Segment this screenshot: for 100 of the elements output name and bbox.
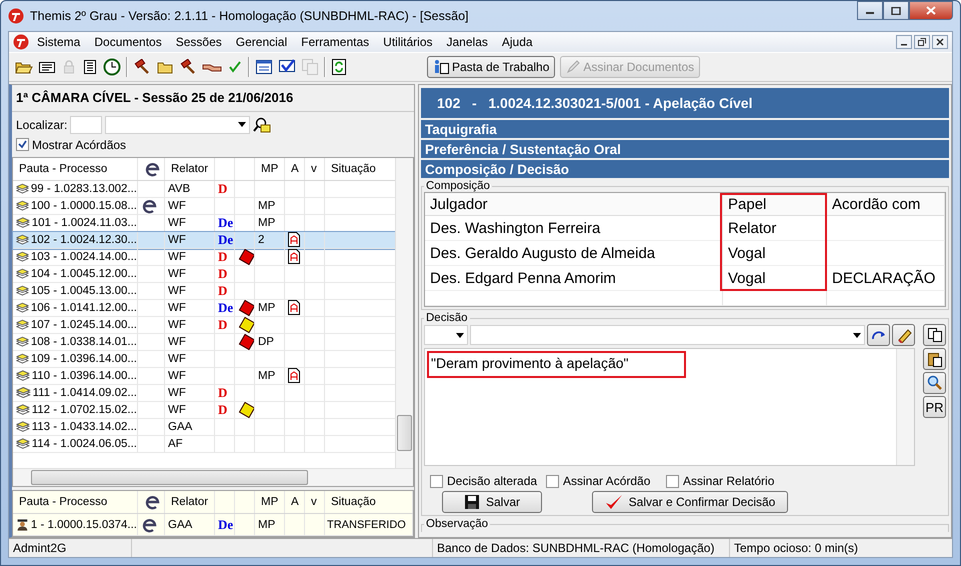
relator-cell: AVB — [168, 182, 190, 195]
decision-mark: De — [218, 214, 234, 231]
logo-icon — [8, 8, 24, 24]
column-header[interactable]: Relator — [171, 162, 208, 175]
menu-item[interactable]: Documentos — [88, 33, 168, 51]
table-cell: Vogal — [728, 244, 766, 262]
close-button[interactable] — [909, 1, 953, 20]
scroll-thumb[interactable] — [397, 415, 412, 451]
table-row[interactable]: 113 - 1.0433.14.02... GAA — [13, 418, 396, 436]
checkbox[interactable] — [430, 474, 443, 488]
search-icon[interactable] — [253, 116, 272, 134]
table-row[interactable]: 1 - 1.0000.15.0374... GAA De MP TRANSFERIDO — [13, 514, 413, 536]
zoom-button[interactable] — [923, 372, 946, 394]
maximize-button[interactable] — [883, 1, 909, 20]
column-header[interactable]: Situação — [331, 162, 376, 175]
clock-icon[interactable] — [103, 58, 121, 76]
menu-item[interactable]: Gerencial — [230, 33, 294, 51]
book-icon[interactable] — [82, 59, 98, 75]
menu-item[interactable]: Ajuda — [496, 33, 539, 51]
dropdown[interactable] — [424, 325, 468, 345]
table-row[interactable]: 106 - 1.0141.12.00... WF De MP — [13, 300, 396, 317]
menu-item[interactable]: Janelas — [440, 33, 494, 51]
copy-button[interactable] — [923, 324, 946, 346]
column-header[interactable]: Pauta - Processo — [19, 162, 108, 175]
table-row[interactable]: 109 - 1.0396.14.00... WF — [13, 350, 396, 368]
close-icon — [936, 38, 944, 46]
column-header[interactable]: MP — [261, 162, 278, 175]
menu-item[interactable]: Ferramentas — [295, 33, 376, 51]
table-row[interactable]: 100 - 1.0000.15.08... WF MP — [13, 198, 396, 215]
table-row[interactable]: 112 - 1.0702.15.02... WF D — [13, 402, 396, 419]
check-icon[interactable] — [227, 59, 243, 75]
horizontal-scrollbar[interactable] — [13, 468, 413, 486]
restore-button[interactable] — [914, 35, 930, 49]
column-header[interactable]: MP — [261, 496, 278, 508]
toolbar-button[interactable]: Pasta de Trabalho — [427, 56, 556, 78]
section-bar[interactable]: Preferência / Sustentação Oral — [421, 140, 949, 158]
papers-icon — [16, 386, 31, 400]
relator-cell: WF — [168, 404, 186, 416]
papers-icon — [16, 334, 29, 349]
table-row[interactable]: 104 - 1.0045.12.00... WF D — [13, 266, 396, 283]
mp-cell: MP — [258, 518, 276, 530]
section-bar[interactable]: Composição / Decisão — [421, 160, 949, 178]
decision-mark: D — [218, 316, 228, 333]
column-header[interactable]: Julgador — [430, 196, 488, 212]
minimize-button[interactable] — [896, 35, 912, 49]
scroll-thumb[interactable] — [31, 470, 308, 485]
checkbox[interactable] — [16, 138, 29, 152]
table-row[interactable]: 110 - 1.0396.14.00... WF MP — [13, 368, 396, 385]
column-header[interactable]: Relator — [171, 496, 208, 508]
column-header[interactable]: A — [291, 496, 299, 508]
table-row[interactable]: 99 - 1.0283.13.002... AVB D — [13, 180, 396, 198]
table-row[interactable]: 111 - 1.0414.09.02... WF D — [13, 384, 396, 402]
papers-icon — [16, 266, 29, 281]
gavel-icon[interactable] — [133, 59, 151, 75]
save-button[interactable]: Salvar — [442, 491, 542, 513]
decision-text[interactable]: "Deram provimento à apelação" — [427, 351, 686, 378]
dropdown-icon — [853, 332, 861, 338]
checkbox[interactable] — [666, 474, 679, 488]
table-row[interactable]: 108 - 1.0338.14.01... WF DP — [13, 334, 396, 351]
table-cell: Relator — [728, 220, 776, 236]
relator-cell: WF — [168, 370, 186, 382]
paste-button[interactable] — [923, 348, 946, 370]
confirm-button[interactable]: Salvar e Confirmar Decisão — [592, 491, 788, 513]
window-title: Themis 2º Grau - Versão: 2.1.11 - Homologação (SUNBDHML-RAC) - [Sessão] — [30, 9, 470, 23]
relator-cell: WF — [168, 318, 186, 331]
eraser-button[interactable] — [892, 324, 915, 346]
checkbox[interactable] — [546, 474, 559, 488]
group-title: Decisão — [425, 312, 469, 324]
menu-item[interactable]: Sistema — [31, 33, 86, 51]
pr-button[interactable]: PR — [923, 396, 946, 418]
table-row[interactable]: 105 - 1.0045.13.00... WF D — [13, 282, 396, 300]
table-row[interactable]: 102 - 1.0024.12.30... WF De 2 — [13, 232, 396, 249]
code-field[interactable] — [70, 116, 102, 134]
gavel-icon[interactable] — [179, 59, 197, 75]
session-title: 1ª CÂMARA CÍVEL - Sessão 25 de 21/06/2016 — [16, 90, 294, 106]
table-row[interactable]: 107 - 1.0245.14.00... WF D — [13, 316, 396, 334]
menu-item[interactable]: Sessões — [170, 33, 228, 51]
vertical-scrollbar[interactable] — [395, 158, 413, 469]
redo-icon — [870, 329, 886, 341]
card-icon[interactable] — [38, 59, 56, 75]
table-row[interactable]: 103 - 1.0024.14.00... WF D — [13, 248, 396, 266]
column-header[interactable]: v — [311, 496, 317, 508]
menu-item[interactable]: Utilitários — [377, 33, 438, 51]
vertical-scrollbar[interactable] — [896, 349, 914, 465]
column-header[interactable]: v — [311, 162, 317, 175]
column-header[interactable]: Pauta - Processo — [19, 496, 108, 508]
form-icon[interactable] — [255, 58, 273, 76]
column-header[interactable]: Situação — [331, 496, 376, 508]
section-bar[interactable]: Taquigrafia — [421, 120, 949, 138]
mp-cell: MP — [258, 200, 276, 212]
process-cell: 114 - 1.0024.06.05... — [32, 438, 137, 450]
minimize-button[interactable] — [857, 1, 883, 20]
checkbox-label: Mostrar Acórdãos — [32, 138, 126, 152]
redo-button[interactable] — [867, 324, 890, 346]
column-header[interactable]: A — [291, 162, 299, 175]
refresh-icon[interactable] — [331, 58, 347, 76]
decision-mark: D — [218, 402, 228, 418]
mp-cell: MP — [258, 216, 276, 229]
table-row[interactable]: 114 - 1.0024.06.05... AF — [13, 436, 396, 453]
close-button[interactable] — [932, 35, 948, 49]
